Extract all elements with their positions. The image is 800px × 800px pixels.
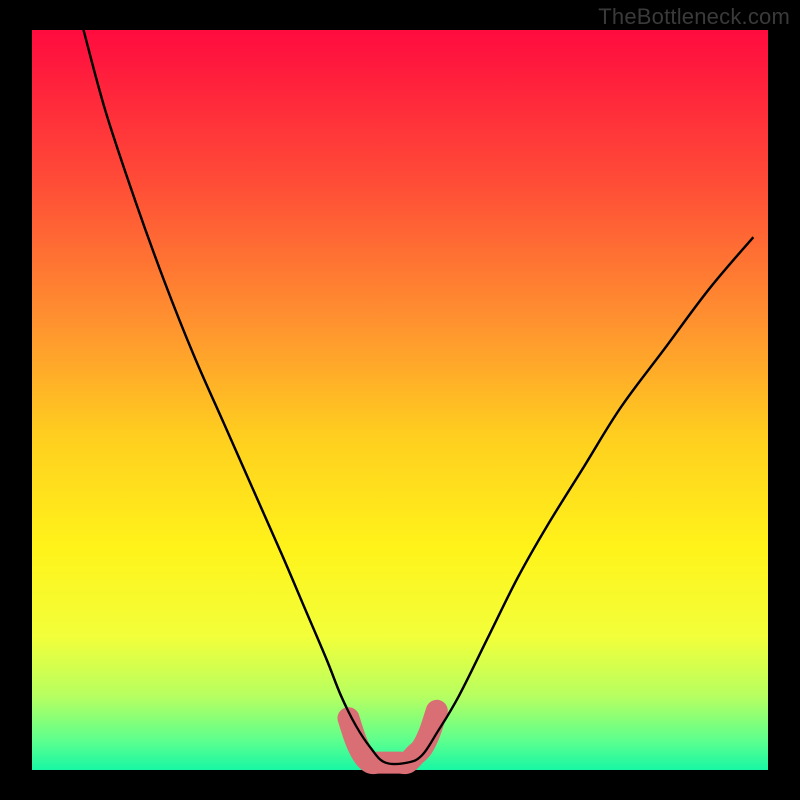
bottleneck-chart — [0, 0, 800, 800]
chart-container: TheBottleneck.com — [0, 0, 800, 800]
watermark-text: TheBottleneck.com — [598, 4, 790, 30]
gradient-background — [32, 30, 768, 770]
